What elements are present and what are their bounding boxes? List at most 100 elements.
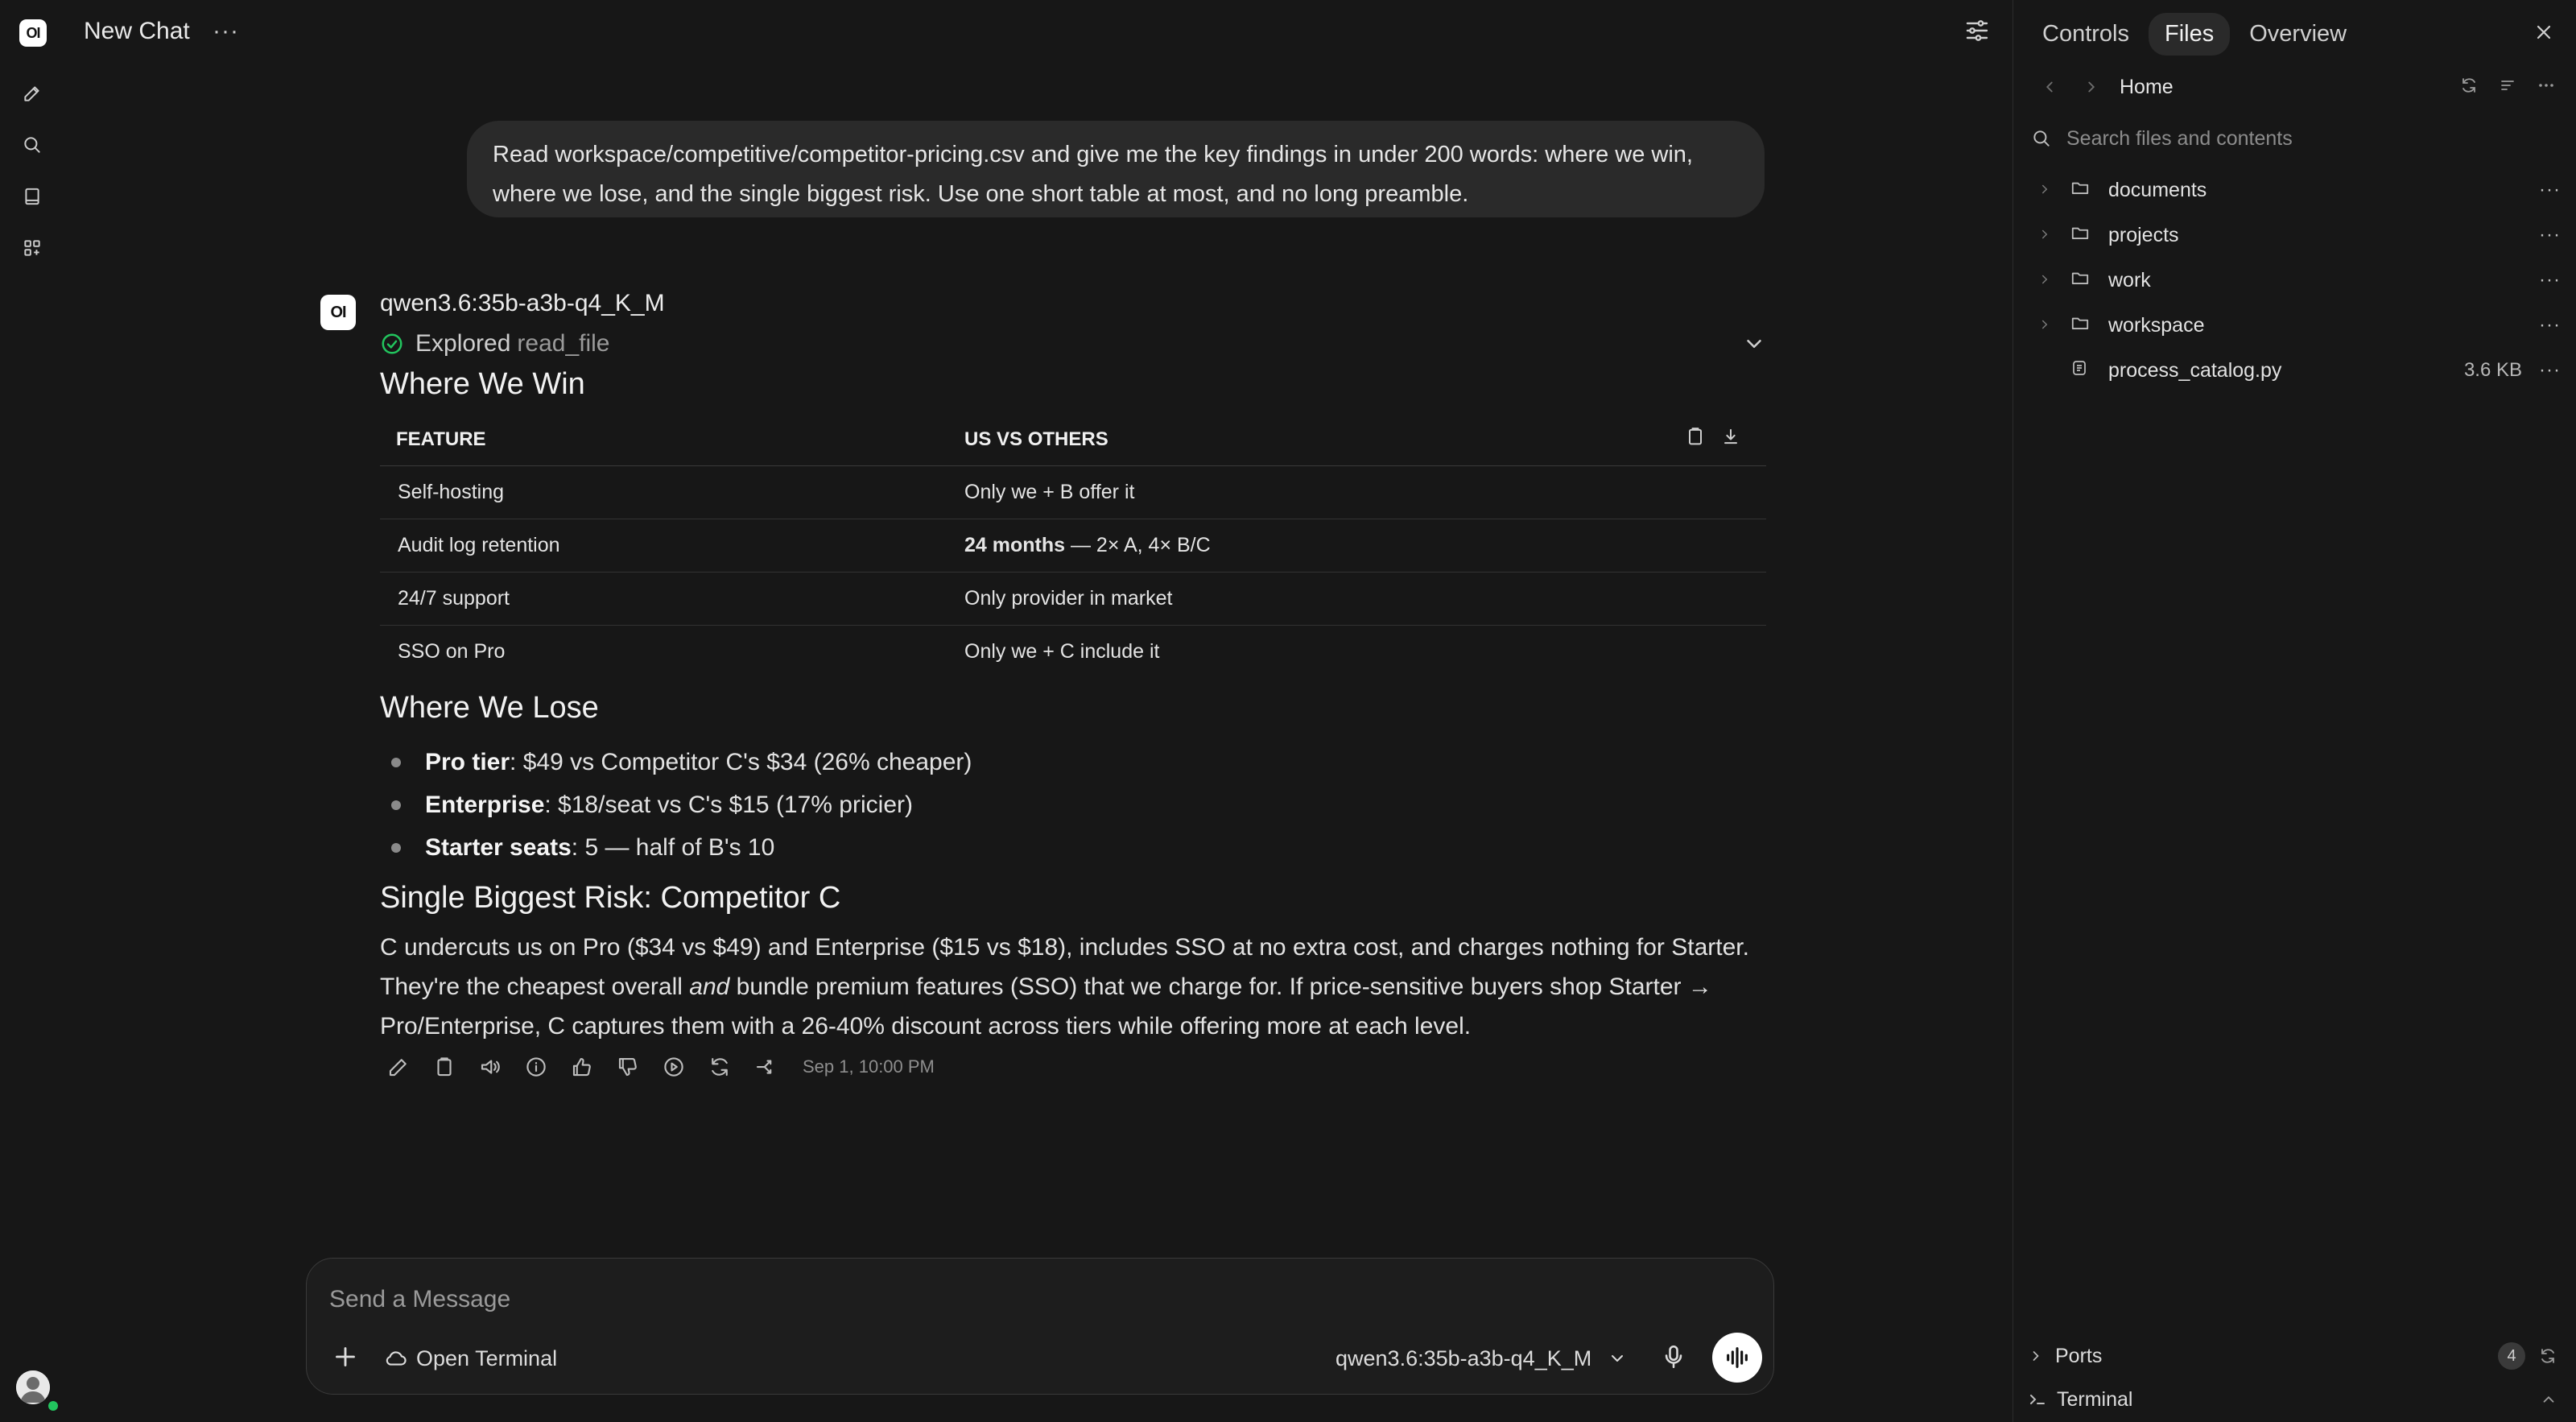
thumbs-up-icon[interactable] [568, 1053, 596, 1081]
info-icon[interactable] [522, 1053, 550, 1081]
table-cell-value: Only we + C include it [961, 640, 1766, 663]
microphone-icon[interactable] [1659, 1342, 1691, 1374]
file-nav-actions [2459, 76, 2556, 95]
copy-icon[interactable] [431, 1053, 458, 1081]
cloud-icon [384, 1346, 408, 1370]
terminal-label: Terminal [2057, 1387, 2133, 1411]
new-chat-icon[interactable] [16, 77, 48, 110]
folder-row[interactable]: workspace ··· [2013, 303, 2575, 348]
file-row[interactable]: process_catalog.py 3.6 KB ··· [2013, 348, 2575, 393]
plus-icon[interactable] [331, 1342, 363, 1374]
findings-table: FEATURE US VS OTHERS Self-hosting Only w… [380, 414, 1766, 678]
list-item-bold: Pro tier [425, 748, 510, 775]
row-more-icon[interactable]: ··· [2539, 269, 2561, 291]
row-more-icon[interactable]: ··· [2539, 224, 2561, 246]
file-name: projects [2108, 223, 2179, 246]
notes-icon[interactable] [16, 180, 48, 213]
row-more-icon[interactable]: ··· [2539, 359, 2561, 382]
tab-controls[interactable]: Controls [2026, 13, 2145, 56]
refresh-icon[interactable] [2459, 76, 2479, 95]
table-cell-value: Only provider in market [961, 587, 1766, 610]
more-icon[interactable] [2537, 76, 2556, 95]
bullet [391, 800, 401, 810]
close-icon[interactable] [2533, 21, 2555, 43]
bullet [391, 842, 401, 853]
voice-mode-button[interactable] [1712, 1333, 1762, 1383]
continue-icon[interactable] [660, 1053, 687, 1081]
back-icon[interactable] [2041, 78, 2058, 96]
tab-overview[interactable]: Overview [2233, 13, 2363, 56]
list-item: Enterprise: $18/seat vs C's $15 (17% pri… [380, 783, 972, 826]
risk-heading: Single Biggest Risk: Competitor C [380, 881, 841, 915]
list-item-bold: Starter seats [425, 833, 572, 861]
python-file-icon [2070, 358, 2092, 383]
chevron-down-icon[interactable] [1742, 332, 1766, 356]
terminal-section[interactable]: Terminal [2028, 1383, 2562, 1416]
file-size: 3.6 KB [2463, 359, 2522, 381]
message-actions: Sep 1, 10:00 PM [385, 1053, 935, 1081]
file-tree: documents ··· projects ··· work ··· work… [2013, 167, 2575, 393]
table-cell-value: 24 months — 2× A, 4× B/C [961, 534, 1766, 557]
workspace-grid-icon[interactable] [16, 232, 48, 264]
row-more-icon[interactable]: ··· [2539, 179, 2561, 201]
online-status-dot [47, 1399, 60, 1412]
row-more-icon[interactable]: ··· [2539, 314, 2561, 337]
chevron-right-icon [2037, 224, 2054, 247]
file-name: process_catalog.py [2108, 358, 2282, 382]
refresh-icon[interactable] [2538, 1346, 2557, 1366]
folder-row[interactable]: projects ··· [2013, 213, 2575, 258]
table-cell-value-text: Only we + B offer it [964, 481, 1135, 503]
left-rail: OI [0, 0, 64, 1422]
side-panel: Controls Files Overview Home documents ·… [2013, 0, 2576, 1422]
chevron-up-icon[interactable] [2540, 1391, 2557, 1408]
table-cell-value-bold: 24 months [964, 534, 1066, 556]
file-nav: Home [2041, 72, 2556, 101]
list-item: Starter seats: 5 — half of B's 10 [380, 826, 972, 869]
folder-row[interactable]: documents ··· [2013, 167, 2575, 213]
table-cell-value-text: — 2× A, 4× B/C [1065, 534, 1211, 556]
table-row: Self-hosting Only we + B offer it [380, 466, 1766, 519]
forward-icon[interactable] [2083, 78, 2100, 96]
table-actions [1684, 425, 1742, 448]
message-input[interactable] [328, 1281, 1699, 1318]
breadcrumb-home[interactable]: Home [2120, 76, 2174, 99]
user-avatar[interactable] [16, 1370, 50, 1404]
ports-section[interactable]: Ports 4 [2028, 1340, 2562, 1372]
assistant-avatar: OI [320, 295, 356, 330]
model-selector[interactable]: qwen3.6:35b-a3b-q4_K_M [1335, 1342, 1627, 1374]
edit-icon[interactable] [385, 1053, 412, 1081]
file-search-input[interactable] [2065, 126, 2519, 151]
app-logo[interactable]: OI [19, 19, 47, 47]
folder-icon [2070, 267, 2092, 294]
copy-table-icon[interactable] [1684, 425, 1707, 448]
assistant-model-name: qwen3.6:35b-a3b-q4_K_M [380, 290, 665, 316]
chat-more-icon[interactable]: ··· [213, 18, 239, 45]
win-heading: Where We Win [380, 367, 585, 401]
risk-paragraph: C undercuts us on Pro ($34 vs $49) and E… [380, 928, 1766, 1046]
sort-icon[interactable] [2498, 76, 2517, 95]
lose-heading: Where We Lose [380, 691, 599, 725]
search-icon[interactable] [16, 129, 48, 161]
open-terminal-button[interactable]: Open Terminal [384, 1342, 557, 1374]
tab-files[interactable]: Files [2149, 13, 2231, 56]
user-message: Read workspace/competitive/competitor-pr… [467, 121, 1765, 217]
download-table-icon[interactable] [1719, 425, 1742, 448]
list-item-text: : 5 — half of B's 10 [571, 833, 775, 861]
folder-icon [2070, 177, 2092, 204]
tool-status[interactable]: Explored read_file [380, 330, 609, 358]
chat-title[interactable]: New Chat [84, 18, 190, 45]
column-header-comparison: US VS OTHERS [964, 428, 1108, 450]
folder-row[interactable]: work ··· [2013, 258, 2575, 303]
table-cell-feature: 24/7 support [398, 587, 510, 610]
thumbs-down-icon[interactable] [614, 1053, 642, 1081]
explored-label: Explored [415, 330, 511, 357]
chat-settings-icon[interactable] [1963, 16, 1995, 48]
regenerate-icon[interactable] [706, 1053, 733, 1081]
panel-tabs: Controls Files Overview [2026, 13, 2363, 56]
risk-text-emphasis: and [689, 973, 730, 1000]
read-aloud-icon[interactable] [477, 1053, 504, 1081]
table-cell-value-text: Only provider in market [964, 587, 1173, 610]
column-header-feature: FEATURE [396, 428, 486, 450]
message-composer: Open Terminal qwen3.6:35b-a3b-q4_K_M [306, 1258, 1774, 1395]
branch-icon[interactable] [752, 1053, 779, 1081]
